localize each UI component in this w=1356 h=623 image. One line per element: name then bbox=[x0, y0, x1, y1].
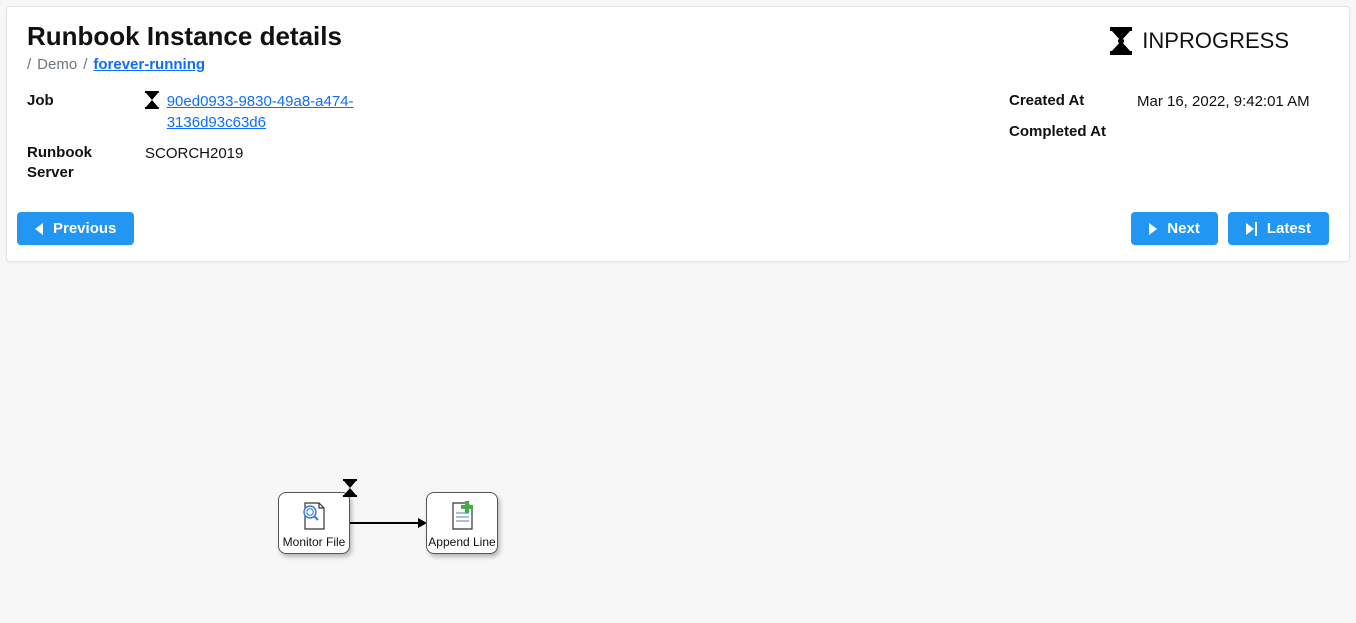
created-value: Mar 16, 2022, 9:42:01 AM bbox=[1137, 91, 1329, 112]
page-title: Runbook Instance details bbox=[27, 21, 342, 52]
info-right: Created At Mar 16, 2022, 9:42:01 AM Comp… bbox=[1009, 91, 1329, 182]
graph-node-monitor-file[interactable]: Monitor File bbox=[278, 492, 350, 554]
next-button-label: Next bbox=[1167, 220, 1200, 237]
breadcrumb: / Demo / forever-running bbox=[27, 56, 342, 73]
next-button[interactable]: Next bbox=[1131, 212, 1218, 245]
append-line-icon bbox=[445, 493, 479, 535]
previous-button-label: Previous bbox=[53, 220, 116, 237]
latest-button-label: Latest bbox=[1267, 220, 1311, 237]
arrow-right-icon bbox=[1149, 223, 1157, 235]
server-label: Runbook Server bbox=[27, 143, 135, 182]
details-panel: Runbook Instance details / Demo / foreve… bbox=[6, 6, 1350, 262]
arrow-left-icon bbox=[35, 223, 43, 235]
status-block: INPROGRESS bbox=[1110, 21, 1329, 55]
breadcrumb-item-runbook[interactable]: forever-running bbox=[93, 56, 205, 73]
server-value: SCORCH2019 bbox=[145, 143, 447, 164]
monitor-file-icon bbox=[297, 493, 331, 535]
info-grid: Job 90ed0933-9830-49a8-a474-3136d93c63d6… bbox=[27, 91, 1329, 182]
graph-node-append-line[interactable]: Append Line bbox=[426, 492, 498, 554]
job-link[interactable]: 90ed0933-9830-49a8-a474-3136d93c63d6 bbox=[167, 91, 447, 133]
latest-button[interactable]: Latest bbox=[1228, 212, 1329, 245]
graph-node-label: Monitor File bbox=[283, 535, 346, 553]
job-label: Job bbox=[27, 91, 135, 111]
previous-button[interactable]: Previous bbox=[17, 212, 134, 245]
created-label: Created At bbox=[1009, 91, 1127, 111]
info-row-job: Job 90ed0933-9830-49a8-a474-3136d93c63d6 bbox=[27, 91, 447, 133]
hourglass-icon bbox=[1110, 27, 1132, 55]
info-row-server: Runbook Server SCORCH2019 bbox=[27, 143, 447, 182]
hourglass-icon bbox=[343, 479, 357, 497]
breadcrumb-item-demo: Demo bbox=[37, 56, 77, 73]
panel-body: Runbook Instance details / Demo / foreve… bbox=[7, 7, 1349, 198]
info-row-completed: Completed At bbox=[1009, 122, 1329, 142]
runbook-graph: Monitor File Append Line bbox=[0, 262, 1356, 592]
completed-label: Completed At bbox=[1009, 122, 1127, 142]
header-left: Runbook Instance details / Demo / foreve… bbox=[27, 21, 342, 91]
skip-end-icon bbox=[1246, 222, 1257, 236]
info-left: Job 90ed0933-9830-49a8-a474-3136d93c63d6… bbox=[27, 91, 447, 182]
hourglass-icon bbox=[145, 91, 159, 109]
breadcrumb-sep: / bbox=[27, 56, 31, 73]
status-text: INPROGRESS bbox=[1142, 28, 1289, 54]
graph-node-label: Append Line bbox=[428, 535, 495, 553]
button-group-right: Next Latest bbox=[1131, 212, 1329, 245]
node-status-icon bbox=[343, 479, 357, 502]
graph-edge bbox=[350, 522, 418, 524]
header-row: Runbook Instance details / Demo / foreve… bbox=[27, 21, 1329, 91]
button-bar: Previous Next Latest bbox=[7, 198, 1349, 261]
job-value: 90ed0933-9830-49a8-a474-3136d93c63d6 bbox=[145, 91, 447, 133]
breadcrumb-sep: / bbox=[83, 56, 87, 73]
info-row-created: Created At Mar 16, 2022, 9:42:01 AM bbox=[1009, 91, 1329, 112]
